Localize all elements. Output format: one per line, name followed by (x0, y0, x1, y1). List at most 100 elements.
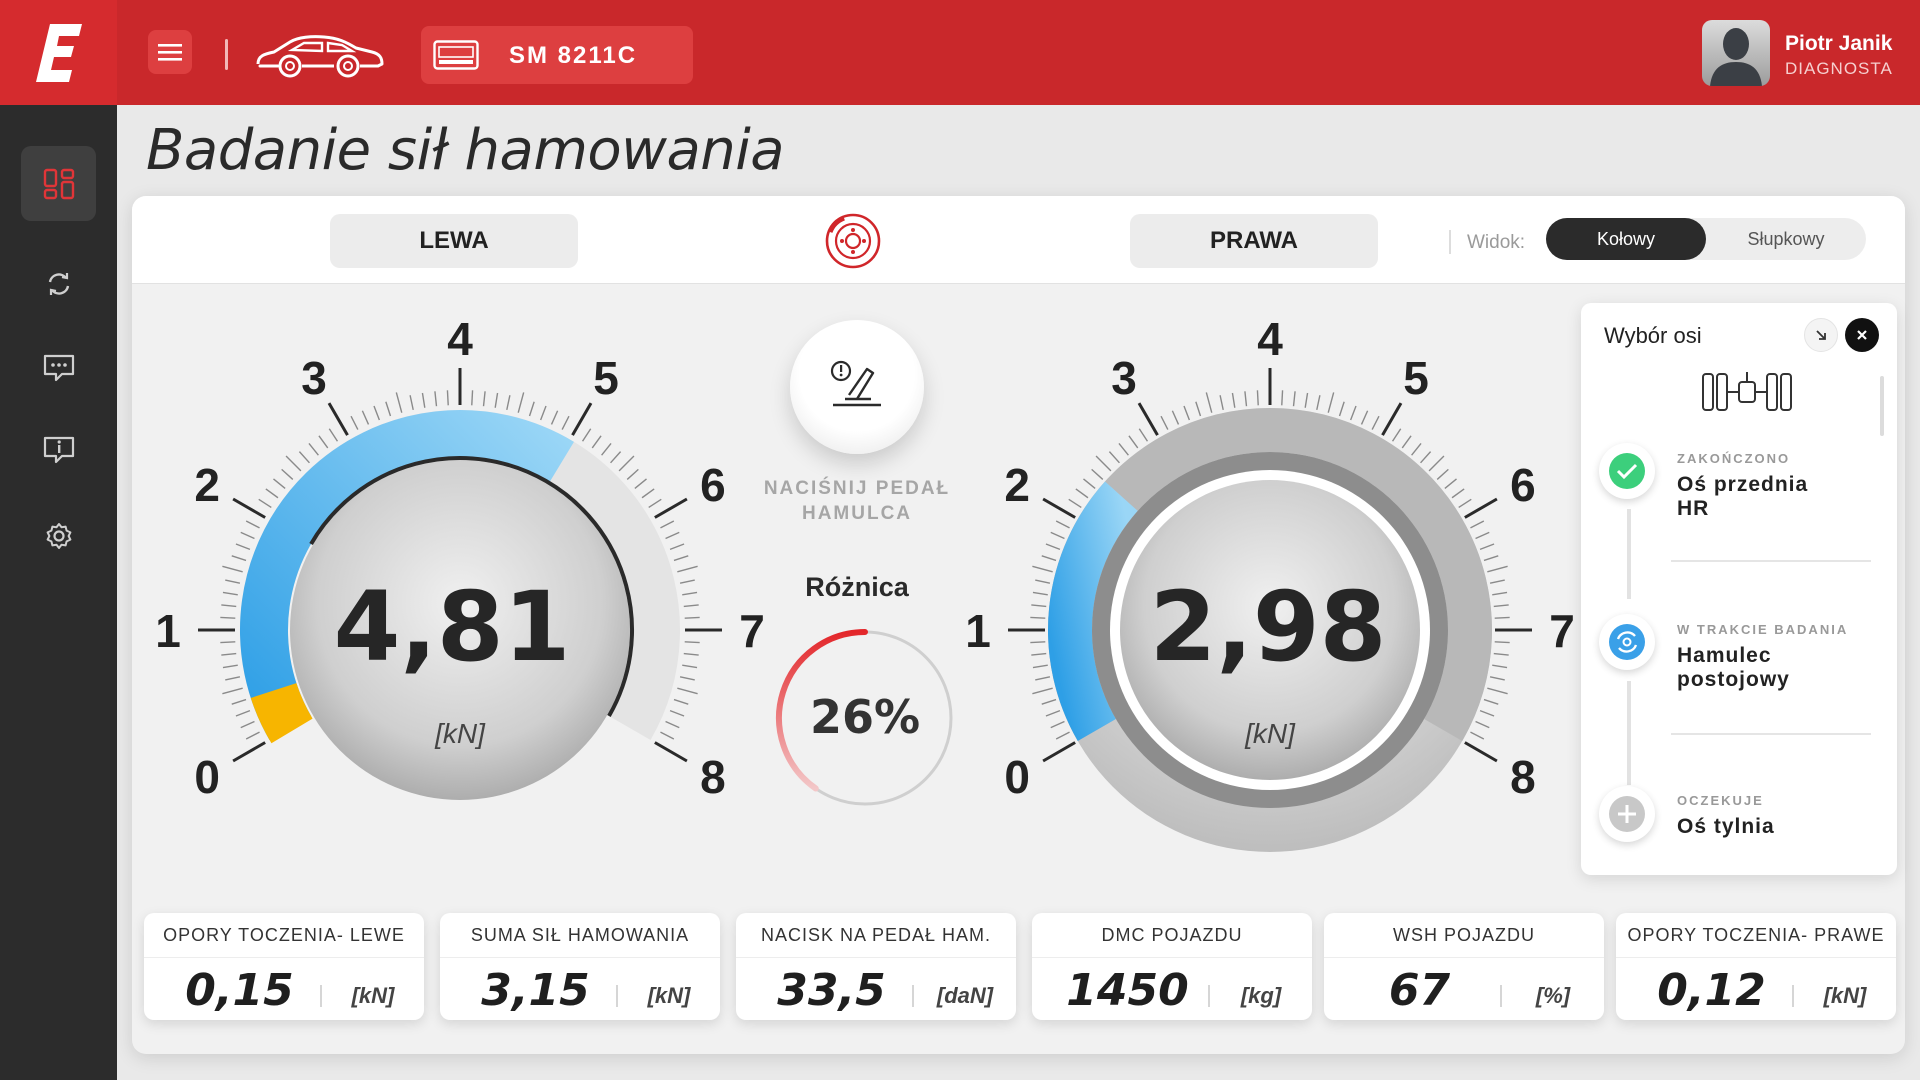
sidebar-item-settings[interactable] (21, 498, 96, 573)
gauge-tick (1045, 543, 1061, 551)
sidebar-item-dashboard[interactable] (21, 146, 96, 221)
gauge-tick (1030, 616, 1046, 619)
axis-separator (1671, 560, 1871, 562)
gauge-tick (225, 676, 241, 681)
stat-title: NACISK NA PEDAŁ HAM. (760, 925, 992, 945)
stat-value: 67 (1388, 965, 1451, 1016)
gauge-tick (1042, 497, 1076, 519)
app-logo[interactable] (0, 0, 117, 105)
stat-divider (616, 985, 618, 1007)
gauge-tick (669, 543, 685, 551)
gauge-tick (1035, 676, 1051, 681)
gauge-tick (1032, 664, 1048, 669)
stat-value: 0,15 (185, 965, 294, 1016)
axis-status-label: W TRAKCIE BADANIA (1677, 622, 1849, 637)
gauge-tick (1304, 392, 1309, 408)
gauge-tick (240, 531, 255, 540)
gauge-tick (1464, 497, 1498, 519)
gauge-tick (581, 428, 592, 442)
view-option-bar[interactable]: Słupkowy (1706, 218, 1866, 260)
gauge-unit: [kN] (1244, 718, 1296, 749)
gauge-tick (1489, 676, 1505, 681)
info-icon (43, 436, 74, 463)
gauge-tick (240, 720, 255, 729)
gauge-tick (273, 478, 286, 489)
gauge-tick (1035, 579, 1051, 584)
gauge-tick (1487, 687, 1508, 695)
stat-title: OPORY TOCZENIA- LEWE (163, 925, 405, 945)
sidebar-item-info[interactable] (21, 412, 96, 487)
stat-title: WSH POJAZDU (1392, 925, 1535, 945)
collapse-button[interactable] (1804, 318, 1838, 352)
gauge-tick (1292, 391, 1296, 407)
view-option-circular[interactable]: Kołowy (1546, 218, 1706, 260)
gauge-tick (1160, 415, 1169, 430)
logo-icon (35, 23, 82, 82)
menu-button[interactable] (148, 30, 192, 74)
gauge-tick (1371, 415, 1380, 430)
dashboard-icon (43, 168, 74, 199)
stat-pedal-force: NACISK NA PEDAŁ HAM. 33,5 [daN] (736, 913, 1016, 1020)
axis-item-front[interactable]: ZAKOŃCZONO Oś przednia HR (1599, 443, 1889, 573)
gauge-tick (1483, 698, 1499, 705)
gauge-tick (682, 664, 698, 669)
axis-name-line-1: Oś tylnia (1677, 815, 1775, 838)
view-toggle: Kołowy Słupkowy (1546, 218, 1866, 260)
gauge-value: 4,81 (334, 571, 571, 683)
tab-right[interactable]: PRAWA (1130, 214, 1378, 268)
gauge-tick (1281, 390, 1284, 406)
gauge-tick (308, 443, 319, 456)
sidebar-item-sync[interactable] (21, 246, 96, 321)
gauge-tick (1137, 402, 1159, 436)
axis-item-rear[interactable]: OCZEKUJE Oś tylnia (1599, 786, 1889, 856)
gauge-tick (1479, 709, 1495, 717)
gauge-tick (482, 391, 486, 407)
axis-panel-title: Wybór osi (1604, 323, 1702, 348)
gauge-tick (1042, 741, 1076, 763)
stat-unit: [kN] (1823, 983, 1867, 1008)
axis-name: Hamulec postojowy (1677, 644, 1877, 692)
gauge-tick (1451, 488, 1465, 499)
view-divider (1449, 230, 1451, 254)
gauge-tick (1045, 709, 1061, 717)
gauge-tick (654, 497, 688, 519)
gauge-tick (245, 520, 260, 529)
gauge-tick (1493, 652, 1509, 656)
gauge-tick (235, 709, 251, 717)
car-icon[interactable] (252, 28, 386, 78)
gauge-tick (506, 395, 511, 411)
axis-panel-scrollbar[interactable] (1880, 376, 1884, 436)
gauge-tick (1492, 664, 1508, 669)
gauge-tick (618, 455, 635, 472)
gauge-tick (571, 402, 593, 436)
difference-label: Różnica (805, 572, 909, 602)
gauge-tick (1381, 402, 1403, 436)
avatar[interactable] (1702, 20, 1770, 86)
sidebar (0, 105, 117, 1080)
axis-name-line-1: Oś przednia (1677, 473, 1809, 496)
gauge-value: 2,98 (1150, 571, 1387, 683)
axis-item-parking[interactable]: W TRAKCIE BADANIA Hamulec postojowy (1599, 614, 1889, 744)
gauge-tick (1338, 401, 1345, 417)
gauge-tick (220, 616, 236, 619)
gauge-tick (318, 435, 329, 449)
gauge-tick (471, 390, 474, 406)
gauge-tick (1138, 428, 1149, 442)
tab-left[interactable]: LEWA (330, 214, 578, 268)
brake-disc-icon (825, 213, 881, 269)
gauge-warning-segment (250, 682, 313, 744)
stat-value: 0,12 (1657, 965, 1766, 1016)
axis-separator (1671, 733, 1871, 735)
stat-gross-weight: DMC POJAZDU 1450 [kg] (1032, 913, 1312, 1020)
gauge-tick (298, 451, 310, 464)
gauge-tick (245, 731, 260, 740)
license-plate[interactable]: SM 8211C (421, 26, 693, 84)
gauge-tick (232, 497, 266, 519)
stat-divider (1500, 985, 1502, 1007)
close-button[interactable] (1845, 318, 1879, 352)
sidebar-item-messages[interactable] (21, 330, 96, 405)
gauge-tick (225, 579, 241, 584)
press-pedal-text: NACIŚNIJ PEDAŁ HAMULCA (740, 476, 974, 526)
gauge-tick (1030, 641, 1046, 644)
gauge-tick (1050, 720, 1065, 729)
